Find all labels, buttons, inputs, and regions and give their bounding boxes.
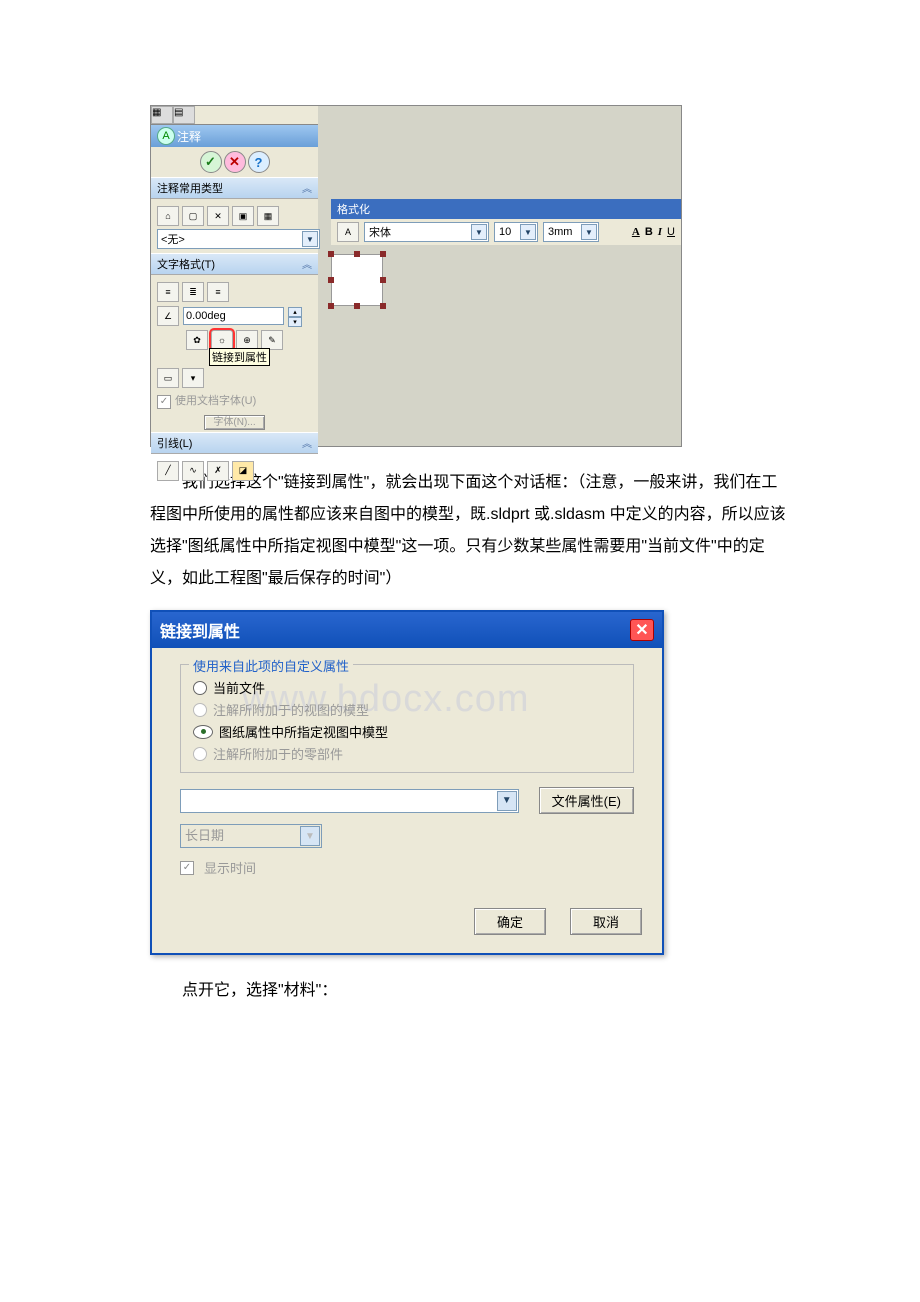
close-button[interactable]: ✕ <box>630 619 654 641</box>
font-size-select[interactable]: 10 ▼ <box>494 222 538 242</box>
bold-button[interactable]: B <box>645 226 653 238</box>
font-size: 10 <box>499 226 511 238</box>
radio-label: 图纸属性中所指定视图中模型 <box>219 722 388 741</box>
date-format-value: 长日期 <box>181 828 224 843</box>
align-center-icon[interactable]: ≣ <box>182 282 204 302</box>
group-legend: 使用来自此项的自定义属性 <box>189 656 353 675</box>
leader-icon[interactable]: ╱ <box>157 461 179 481</box>
radio-label: 注解所附加于的零部件 <box>213 744 343 763</box>
format-toolbar: 格式化 A 宋体 ▼ 10 ▼ 3mm ▼ A B I U <box>331 199 681 245</box>
spin-down[interactable]: ▾ <box>288 317 302 327</box>
collapse-icon[interactable]: ︽ <box>302 256 312 272</box>
tab-icon[interactable]: ▦ <box>151 106 173 124</box>
link-to-property-button[interactable]: ☼ <box>211 330 233 350</box>
cancel-button[interactable]: 取消 <box>570 908 642 935</box>
underline-button[interactable]: U <box>667 226 675 238</box>
type-icon[interactable]: ▦ <box>257 206 279 226</box>
radio-sheet-model[interactable] <box>193 725 213 739</box>
format-icon[interactable]: ✎ <box>261 330 283 350</box>
section-header: 文字格式(T) <box>157 256 215 272</box>
note-icon: A <box>157 127 175 145</box>
type-icon[interactable]: ✕ <box>207 206 229 226</box>
font-name-select[interactable]: 宋体 ▼ <box>364 222 489 242</box>
style-a[interactable]: A <box>632 226 640 238</box>
section-header: 引线(L) <box>157 435 192 451</box>
text-edit-box[interactable] <box>331 254 383 306</box>
radio-label: 当前文件 <box>213 678 265 697</box>
chevron-down-icon: ▼ <box>497 791 517 811</box>
leader-icon[interactable]: ◪ <box>232 461 254 481</box>
screenshot-annotation-panel: ▦ ▤ A 注释 ✓ ✕ ? 注释常用类型 ︽ ⌂ ▢ ✕ ▣ ▦ <box>150 105 682 447</box>
property-source-group: 使用来自此项的自定义属性 当前文件 注解所附加于的视图的模型 图纸属性中所指定视… <box>180 664 634 773</box>
help-button[interactable]: ? <box>248 151 270 173</box>
show-time-label: 显示时间 <box>204 858 256 877</box>
font-unit-select[interactable]: 3mm ▼ <box>543 222 599 242</box>
radio-current-file[interactable] <box>193 681 207 695</box>
spin-up[interactable]: ▴ <box>288 307 302 317</box>
tab-icon[interactable]: ▤ <box>173 106 195 124</box>
file-properties-button[interactable]: 文件属性(E) <box>539 787 634 814</box>
font-button: 字体(N)... <box>204 415 264 430</box>
type-icon[interactable]: ▣ <box>232 206 254 226</box>
radio-view-model <box>193 703 207 717</box>
format-icon[interactable]: ▭ <box>157 368 179 388</box>
leader-icon[interactable]: ∿ <box>182 461 204 481</box>
select-value: <无> <box>161 231 185 247</box>
font-unit: 3mm <box>548 226 572 238</box>
radio-label: 注解所附加于的视图的模型 <box>213 700 369 719</box>
radio-component <box>193 747 207 761</box>
panel-title-text: 注释 <box>177 128 201 145</box>
format-icon[interactable]: ⊕ <box>236 330 258 350</box>
chevron-down-icon: ▼ <box>302 231 318 247</box>
type-icon[interactable]: ▢ <box>182 206 204 226</box>
ok-button[interactable]: 确定 <box>474 908 546 935</box>
tab-strip: ▦ ▤ <box>151 106 318 125</box>
paragraph-2: 点开它，选择"材料"： <box>150 975 790 1007</box>
chevron-down-icon: ▼ <box>300 826 320 846</box>
chevron-down-icon: ▼ <box>581 224 597 240</box>
type-icon[interactable]: ⌂ <box>157 206 179 226</box>
angle-input[interactable] <box>183 307 284 325</box>
show-time-checkbox: ✓ <box>180 861 194 875</box>
link-to-property-dialog: 链接到属性 ✕ www.bdocx.com 使用来自此项的自定义属性 当前文件 … <box>150 610 664 955</box>
panel-title-annotation: A 注释 <box>151 125 318 147</box>
collapse-icon[interactable]: ︽ <box>302 180 312 196</box>
format-title: 格式化 <box>331 199 681 219</box>
align-left-icon[interactable]: ≡ <box>157 282 179 302</box>
leader-icon[interactable]: ✗ <box>207 461 229 481</box>
align-right-icon[interactable]: ≡ <box>207 282 229 302</box>
use-doc-font-label: 使用文档字体(U) <box>175 395 256 407</box>
section-header: 注释常用类型 <box>157 180 223 196</box>
date-format-select: 长日期 ▼ <box>180 824 322 848</box>
type-select[interactable]: <无> ▼ <box>157 229 320 249</box>
property-select[interactable]: ▼ <box>180 789 519 813</box>
cancel-button[interactable]: ✕ <box>224 151 246 173</box>
dialog-title: 链接到属性 <box>160 618 240 642</box>
use-doc-font-checkbox: ✓ <box>157 395 171 409</box>
font-name: 宋体 <box>369 224 391 240</box>
format-icon[interactable]: ✿ <box>186 330 208 350</box>
chevron-down-icon: ▼ <box>520 224 536 240</box>
ok-button[interactable]: ✓ <box>200 151 222 173</box>
tooltip-link-to-property: 链接到属性 <box>209 348 270 366</box>
format-icon[interactable]: ▾ <box>182 368 204 388</box>
angle-icon: ∠ <box>157 306 179 326</box>
format-icon[interactable]: A <box>337 222 359 242</box>
chevron-down-icon: ▼ <box>471 224 487 240</box>
collapse-icon[interactable]: ︽ <box>302 435 312 451</box>
italic-button[interactable]: I <box>658 226 662 238</box>
